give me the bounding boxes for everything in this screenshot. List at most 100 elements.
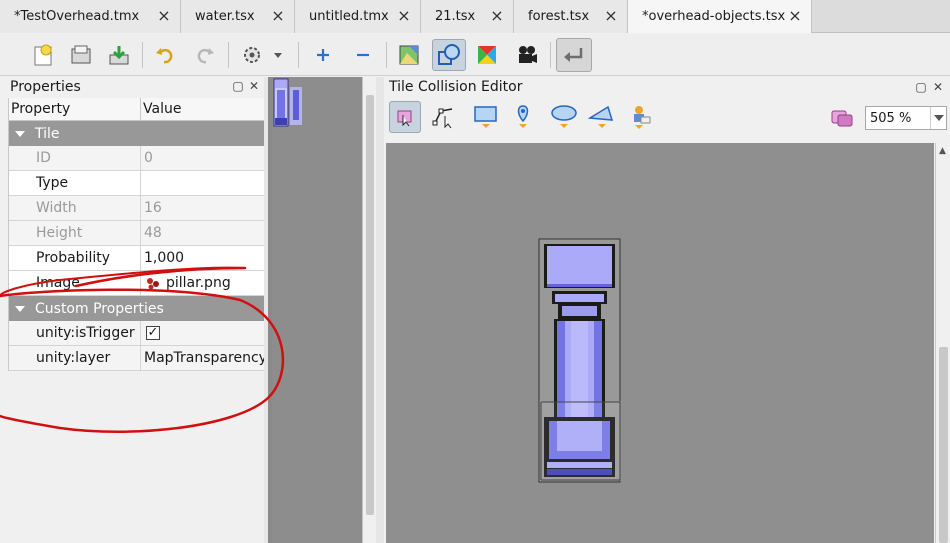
property-name: Width <box>9 196 141 220</box>
close-icon[interactable]: × <box>396 8 412 24</box>
close-icon[interactable]: × <box>489 8 505 24</box>
open-icon <box>71 45 91 64</box>
select-objects-tool[interactable] <box>389 101 421 133</box>
close-panel-icon[interactable]: ✕ <box>931 80 945 94</box>
terrain-button[interactable] <box>394 40 424 70</box>
property-value[interactable]: 1,000 <box>141 246 264 270</box>
template-icon <box>634 106 651 129</box>
scroll-up-icon[interactable]: ▲ <box>939 146 946 156</box>
close-icon[interactable]: × <box>603 8 619 24</box>
tileset-view <box>268 77 376 543</box>
properties-panel: Properties ▢ ✕ Property Value Tile ID 0 … <box>0 77 265 543</box>
expand-arrow-icon[interactable] <box>15 305 25 312</box>
close-icon[interactable]: × <box>156 8 172 24</box>
undo-button[interactable] <box>150 40 180 70</box>
back-button[interactable] <box>556 38 592 72</box>
scrollbar-thumb[interactable] <box>366 95 374 515</box>
redo-button[interactable] <box>190 40 220 70</box>
property-name: unity:isTrigger <box>9 321 141 345</box>
edit-polygons-icon <box>432 108 453 129</box>
new-tileset-button[interactable] <box>28 40 58 70</box>
tile-collision-editor: Tile Collision Editor ▢ ✕ 505 % ▲ <box>384 77 950 543</box>
property-row-image[interactable]: Image pillar.png <box>9 271 264 296</box>
tab-label: untitled.tmx <box>309 9 389 24</box>
panel-title: Tile Collision Editor <box>389 79 523 95</box>
property-value[interactable]: MapTransparency <box>141 346 264 370</box>
ellipse-tool[interactable] <box>548 101 580 133</box>
group-label: Tile <box>35 125 60 142</box>
tab-label: *overhead-objects.tsx <box>642 9 786 24</box>
property-value[interactable]: pillar.png <box>141 271 264 295</box>
property-name: Image <box>9 271 141 295</box>
tab-overhead-objects[interactable]: *overhead-objects.tsx × <box>628 0 812 33</box>
close-panel-icon[interactable]: ✕ <box>247 79 261 93</box>
save-icon <box>109 46 129 65</box>
remove-icon <box>357 53 369 57</box>
property-row-id[interactable]: ID 0 <box>9 146 264 171</box>
chevron-down-icon[interactable] <box>930 107 946 129</box>
tileset-settings-button[interactable] <box>238 40 286 70</box>
tab-water[interactable]: water.tsx × <box>181 0 295 33</box>
point-tool[interactable] <box>508 101 540 133</box>
edit-polygons-tool[interactable] <box>428 101 460 133</box>
float-panel-icon[interactable]: ▢ <box>231 79 245 93</box>
pillar-tile-thumbnail[interactable] <box>273 78 305 128</box>
istrigger-checkbox[interactable]: ✓ <box>146 326 160 340</box>
property-row-layer[interactable]: unity:layer MapTransparency <box>9 346 264 371</box>
collision-canvas[interactable] <box>386 143 934 543</box>
property-name: unity:layer <box>9 346 141 370</box>
add-tiles-button[interactable] <box>308 40 338 70</box>
column-header-property[interactable]: Property <box>9 98 141 120</box>
expand-arrow-icon[interactable] <box>15 130 25 137</box>
scrollbar-thumb[interactable] <box>939 347 948 543</box>
pillar-tile-view <box>538 238 621 483</box>
column-header-value[interactable]: Value <box>141 98 181 120</box>
property-row-height[interactable]: Height 48 <box>9 221 264 246</box>
close-icon[interactable]: × <box>270 8 286 24</box>
group-tile[interactable]: Tile <box>9 121 264 146</box>
tab-testoverhead[interactable]: *TestOverhead.tmx × <box>0 0 181 33</box>
save-button[interactable] <box>104 40 134 70</box>
open-button[interactable] <box>66 40 96 70</box>
property-value[interactable]: ✓ <box>141 321 264 345</box>
canvas-vertical-scrollbar[interactable]: ▲ <box>935 143 950 543</box>
property-name: ID <box>9 146 141 170</box>
float-panel-icon[interactable]: ▢ <box>914 80 928 94</box>
group-custom-properties[interactable]: Custom Properties <box>9 296 264 321</box>
wang-icon <box>478 46 496 64</box>
tab-21[interactable]: 21.tsx × <box>421 0 514 33</box>
image-filename: pillar.png <box>166 275 231 291</box>
close-icon[interactable]: × <box>787 8 803 24</box>
property-row-istrigger[interactable]: unity:isTrigger ✓ <box>9 321 264 346</box>
select-objects-icon <box>397 110 412 127</box>
tab-forest[interactable]: forest.tsx × <box>514 0 628 33</box>
tileset-scrollbar[interactable] <box>362 77 376 543</box>
property-value[interactable] <box>141 171 264 195</box>
redo-icon <box>197 48 214 64</box>
terrain-icon <box>399 45 419 65</box>
document-tab-bar: *TestOverhead.tmx × water.tsx × untitled… <box>0 0 950 33</box>
tile-collision-editor-button[interactable] <box>432 39 466 71</box>
polygon-tool[interactable] <box>586 101 618 133</box>
tab-untitled[interactable]: untitled.tmx × <box>295 0 421 33</box>
tile-animation-editor-button[interactable] <box>512 40 542 70</box>
tileset-canvas[interactable] <box>272 77 362 543</box>
ellipse-icon <box>551 105 577 128</box>
property-row-probability[interactable]: Probability 1,000 <box>9 246 264 271</box>
insert-template-tool[interactable] <box>624 101 656 133</box>
panel-splitter[interactable] <box>376 77 384 543</box>
add-icon <box>317 49 329 61</box>
remove-tiles-button[interactable] <box>348 40 378 70</box>
property-row-type[interactable]: Type <box>9 171 264 196</box>
property-row-width[interactable]: Width 16 <box>9 196 264 221</box>
grid-header: Property Value <box>9 98 264 121</box>
wang-sets-button[interactable] <box>472 40 502 70</box>
tab-label: water.tsx <box>195 9 255 24</box>
rectangle-icon <box>474 106 497 128</box>
zoom-select[interactable]: 505 % <box>865 106 947 130</box>
object-layers-button[interactable] <box>826 101 858 133</box>
tiled-window: *TestOverhead.tmx × water.tsx × untitled… <box>0 0 950 543</box>
rectangle-tool[interactable] <box>470 101 502 133</box>
property-value: 0 <box>144 150 153 166</box>
zoom-value: 505 % <box>870 110 912 126</box>
